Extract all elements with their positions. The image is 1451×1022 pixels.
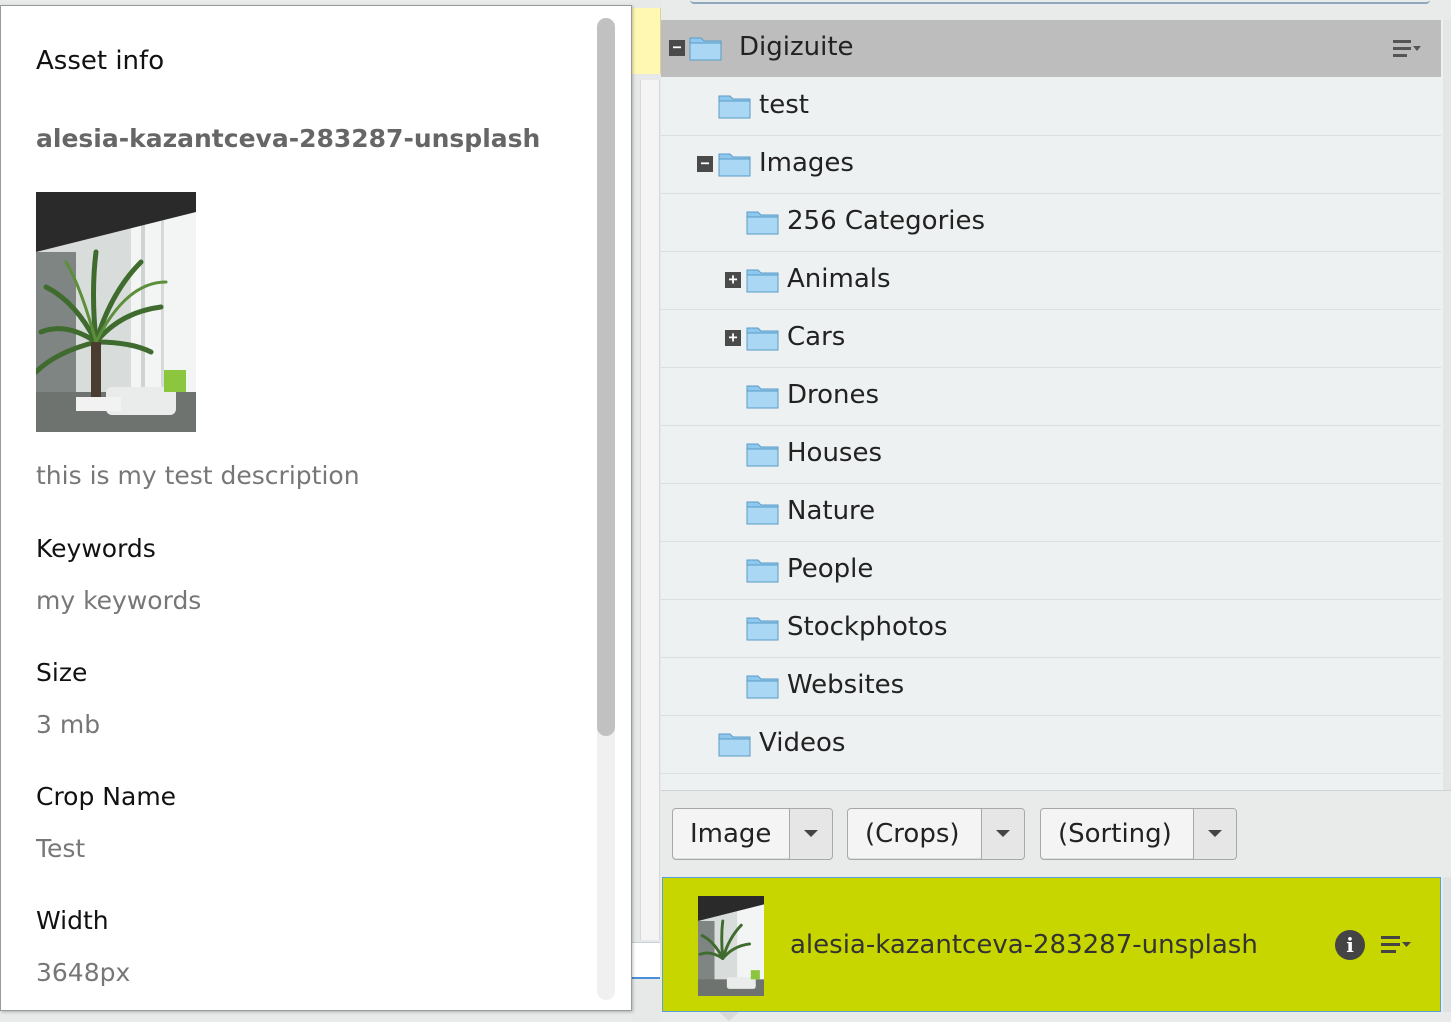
- tree-item-256-categories[interactable]: 256 Categories: [661, 194, 1441, 252]
- tree-item-houses[interactable]: Houses: [661, 426, 1441, 484]
- tree-scrollbar[interactable]: [1443, 20, 1451, 790]
- asset-description: this is my test description: [36, 461, 360, 490]
- tree-item-cars[interactable]: + Cars: [661, 310, 1441, 368]
- tree-item-videos[interactable]: Videos: [661, 716, 1441, 774]
- folder-icon: [746, 675, 779, 699]
- tree-item-label: Images: [759, 148, 854, 178]
- field-label-width: Width: [36, 906, 109, 935]
- tree-item-websites[interactable]: Websites: [661, 658, 1441, 716]
- info-icon[interactable]: i: [1335, 930, 1365, 960]
- folder-icon: [718, 153, 751, 177]
- crops-filter-dropdown[interactable]: (Crops): [847, 808, 1025, 860]
- search-field-edge: [690, 0, 1430, 4]
- tree-item-label: Cars: [787, 322, 846, 352]
- folder-icon: [746, 617, 779, 641]
- asset-row-thumbnail[interactable]: [698, 896, 764, 996]
- folder-icon: [746, 501, 779, 525]
- folder-icon: [746, 327, 779, 351]
- field-label-crop-name: Crop Name: [36, 782, 177, 811]
- field-value-width: 3648px: [36, 958, 131, 987]
- asset-row-name[interactable]: alesia-kazantceva-283287-unsplash: [790, 930, 1258, 960]
- field-value-keywords: my keywords: [36, 586, 202, 615]
- background-panel-edge: [640, 80, 660, 940]
- folder-icon: [718, 95, 751, 119]
- collapse-icon[interactable]: −: [669, 40, 685, 56]
- collapse-icon[interactable]: −: [697, 156, 713, 172]
- field-label-keywords: Keywords: [36, 534, 156, 563]
- folder-icon: [746, 443, 779, 467]
- folder-icon: [746, 211, 779, 235]
- tree-item-label: Nature: [787, 496, 876, 526]
- type-filter-dropdown[interactable]: Image: [672, 808, 833, 860]
- tree-item-label: Stockphotos: [787, 612, 948, 642]
- tree-item-animals[interactable]: + Animals: [661, 252, 1441, 310]
- row-caret: [719, 1012, 739, 1021]
- field-value-size: 3 mb: [36, 710, 101, 739]
- expand-icon[interactable]: +: [725, 272, 741, 288]
- expand-icon[interactable]: +: [725, 330, 741, 346]
- folder-icon: [689, 37, 722, 61]
- field-value-crop-name: Test: [36, 834, 86, 863]
- sorting-filter-label: (Sorting): [1058, 819, 1172, 849]
- tree-item-label: Videos: [759, 728, 846, 758]
- folder-icon: [746, 559, 779, 583]
- tree-root-label: Digizuite: [739, 32, 854, 62]
- folder-tree: − Digizuite test − Images 256 Categories + An…: [661, 20, 1451, 791]
- folder-icon: [718, 733, 751, 757]
- sorting-filter-dropdown[interactable]: (Sorting): [1040, 808, 1237, 860]
- chevron-down-icon[interactable]: [981, 809, 1024, 859]
- folder-icon: [746, 385, 779, 409]
- tree-item-people[interactable]: People: [661, 542, 1441, 600]
- tree-item-label: Drones: [787, 380, 880, 410]
- tree-item-label: 256 Categories: [787, 206, 986, 236]
- tree-item-label: test: [759, 90, 809, 120]
- tree-item-label: People: [787, 554, 874, 584]
- asset-thumbnail: [36, 192, 196, 432]
- background-input-edge: [632, 942, 660, 979]
- panel-title: Asset info: [36, 46, 165, 76]
- tree-item-images[interactable]: − Images: [661, 136, 1441, 194]
- tree-item-nature[interactable]: Nature: [661, 484, 1441, 542]
- chevron-down-icon[interactable]: [1193, 809, 1236, 859]
- field-label-size: Size: [36, 658, 88, 687]
- tree-root-row[interactable]: − Digizuite: [661, 20, 1441, 77]
- type-filter-label: Image: [690, 819, 772, 849]
- chevron-down-icon[interactable]: [789, 809, 832, 859]
- tree-menu-icon[interactable]: [1393, 38, 1421, 58]
- tree-item-label: Houses: [787, 438, 883, 468]
- tree-item-label: Websites: [787, 670, 905, 700]
- list-scrollbar[interactable]: [1443, 877, 1451, 1012]
- asset-name: alesia-kazantceva-283287-unsplash: [36, 124, 541, 153]
- background-highlight: [632, 8, 661, 74]
- tree-item-stockphotos[interactable]: Stockphotos: [661, 600, 1441, 658]
- folder-icon: [746, 269, 779, 293]
- asset-list-item[interactable]: alesia-kazantceva-283287-unsplash i: [662, 877, 1441, 1012]
- panel-scrollbar-thumb[interactable]: [597, 18, 615, 736]
- tree-item-label: Animals: [787, 264, 891, 294]
- crops-filter-label: (Crops): [865, 819, 960, 849]
- asset-menu-icon[interactable]: [1381, 934, 1411, 956]
- asset-info-panel: Asset info alesia-kazantceva-283287-unsp…: [0, 5, 632, 1011]
- panel-scrollbar[interactable]: [597, 18, 615, 1000]
- tree-item-test[interactable]: test: [661, 78, 1441, 136]
- tree-item-drones[interactable]: Drones: [661, 368, 1441, 426]
